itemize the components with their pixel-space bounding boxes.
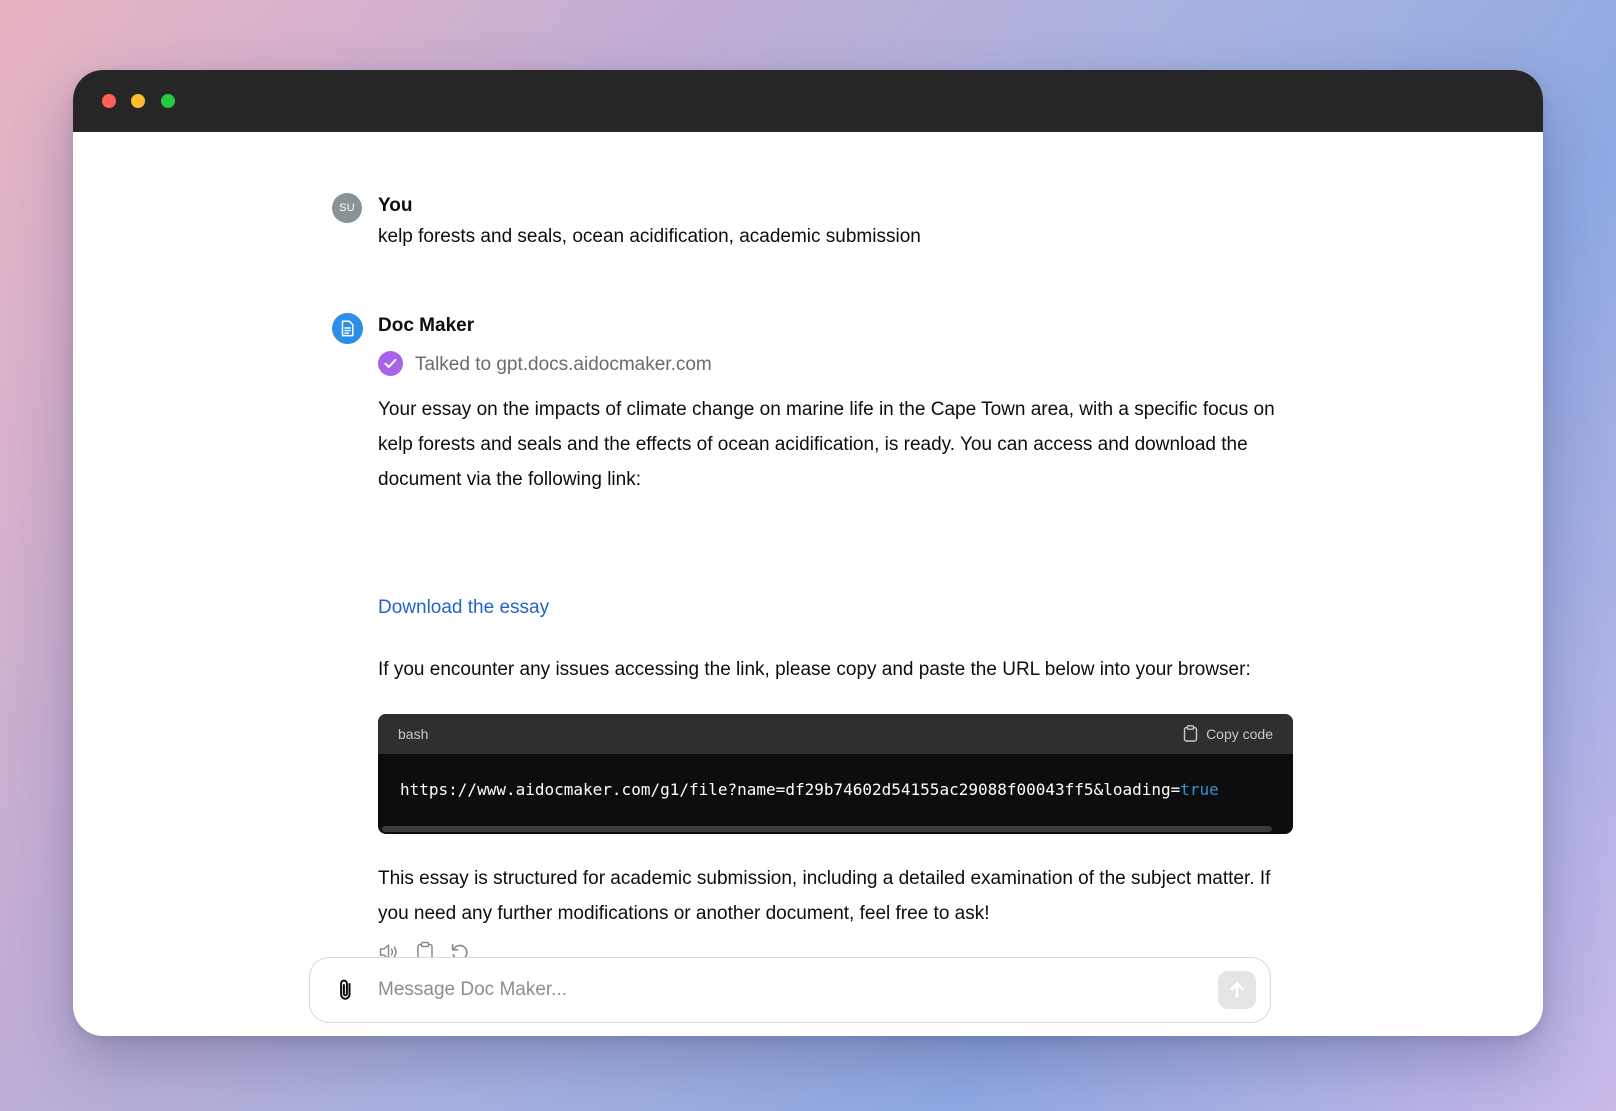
code-horizontal-scrollbar[interactable] bbox=[382, 826, 1272, 832]
code-language-label: bash bbox=[398, 726, 429, 742]
app-window: SU You kelp forests and seals, ocean aci… bbox=[73, 70, 1543, 1036]
close-window-button[interactable] bbox=[102, 94, 116, 108]
copy-code-button[interactable]: Copy code bbox=[1183, 724, 1273, 744]
download-essay-link[interactable]: Download the essay bbox=[378, 597, 549, 619]
user-message-text: kelp forests and seals, ocean acidificat… bbox=[378, 226, 921, 247]
check-circle-icon bbox=[378, 351, 403, 376]
clipboard-icon bbox=[1183, 725, 1198, 742]
message-input[interactable] bbox=[378, 974, 1178, 1006]
send-button[interactable] bbox=[1218, 971, 1256, 1009]
tool-call-text: Talked to gpt.docs.aidocmaker.com bbox=[415, 354, 712, 375]
code-keyword-text: true bbox=[1180, 780, 1219, 799]
maximize-window-button[interactable] bbox=[161, 94, 175, 108]
response-paragraph-2: If you encounter any issues accessing th… bbox=[378, 659, 1251, 680]
code-block: bash Copy code https://www.aidocmaker.co… bbox=[378, 714, 1293, 834]
code-block-header: bash Copy code bbox=[378, 714, 1293, 754]
assistant-sender-name: Doc Maker bbox=[378, 315, 475, 336]
paperclip-icon bbox=[340, 979, 351, 1000]
minimize-window-button[interactable] bbox=[131, 94, 145, 108]
document-icon bbox=[341, 320, 354, 337]
user-sender-name: You bbox=[378, 195, 413, 216]
doc-maker-avatar bbox=[332, 313, 363, 344]
arrow-up-icon bbox=[1230, 982, 1244, 999]
window-titlebar bbox=[73, 70, 1543, 132]
response-paragraph-3: This essay is structured for academic su… bbox=[378, 868, 1271, 924]
code-url-text: https://www.aidocmaker.com/g1/file?name=… bbox=[400, 780, 1181, 799]
message-composer bbox=[309, 957, 1271, 1023]
user-avatar: SU bbox=[332, 193, 362, 223]
response-paragraph-1: Your essay on the impacts of climate cha… bbox=[378, 399, 1275, 490]
code-content: https://www.aidocmaker.com/g1/file?name=… bbox=[400, 780, 1219, 799]
attach-file-button[interactable] bbox=[334, 977, 358, 1003]
